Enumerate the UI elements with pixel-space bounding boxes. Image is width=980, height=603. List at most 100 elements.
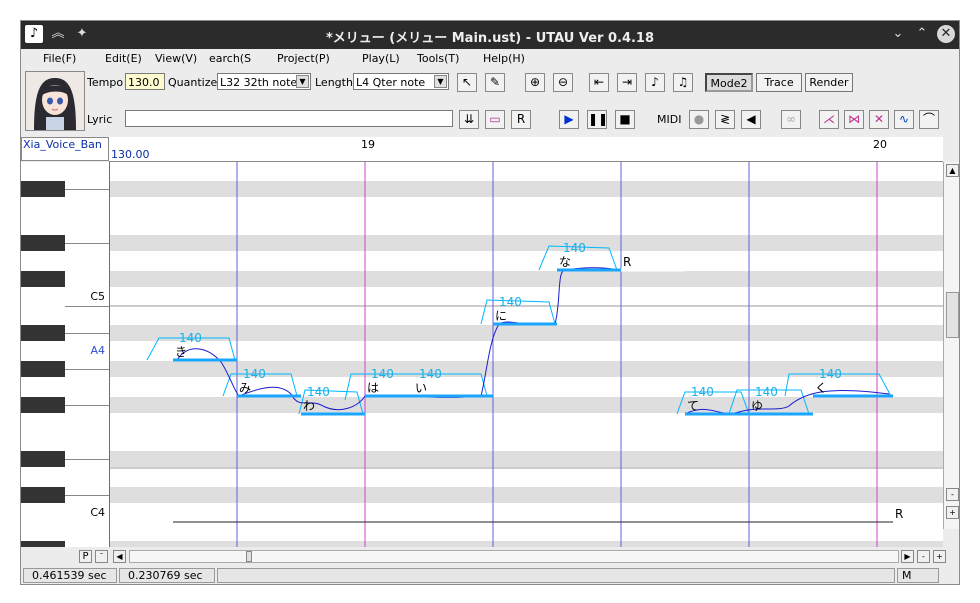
- status-mode: M: [897, 568, 939, 583]
- link-icon[interactable]: ∞: [781, 110, 801, 129]
- go-end-icon[interactable]: ⇥: [617, 73, 637, 92]
- hzoom-plus-icon[interactable]: +: [933, 550, 946, 563]
- quantize-select[interactable]: L32 32th note ▼: [217, 73, 311, 90]
- note-velocity: 140: [819, 367, 842, 381]
- arrow-select-icon[interactable]: ↖: [457, 73, 477, 92]
- measure-number: 19: [361, 138, 375, 151]
- note-velocity: 140: [755, 385, 778, 399]
- length-value: L4 Qter note: [356, 76, 426, 89]
- note-lyric[interactable]: は: [367, 381, 379, 395]
- menu-project[interactable]: Project(P): [277, 52, 330, 65]
- title-bar: ♪ ︽ ✦ *メリュー (メリュー Main.ust) - UTAU Ver 0…: [21, 21, 959, 49]
- piano-roll-grid[interactable]: き み わ は い に な て ゆ く R R 140 140 140 140 …: [109, 162, 943, 547]
- black-key[interactable]: [21, 487, 65, 503]
- black-key[interactable]: [21, 271, 65, 287]
- pause-icon[interactable]: ❚❚: [587, 110, 608, 129]
- note-lyric[interactable]: み: [239, 381, 251, 395]
- menu-tools[interactable]: Tools(T): [417, 52, 459, 65]
- lyric-input[interactable]: [125, 110, 453, 127]
- chevron-down-icon[interactable]: ▼: [434, 75, 447, 88]
- zoom-out-icon[interactable]: ⊖: [553, 73, 573, 92]
- rest-marker[interactable]: R: [895, 507, 903, 521]
- note-lyric[interactable]: な: [559, 255, 571, 269]
- chevron-down-icon[interactable]: ▼: [296, 75, 309, 88]
- horizontal-scroll-track[interactable]: [129, 550, 899, 563]
- menu-view[interactable]: View(V): [155, 52, 197, 65]
- note-lyric[interactable]: て: [687, 399, 699, 413]
- envelope-c-icon[interactable]: ✕: [869, 110, 889, 129]
- white-key-divider: [65, 243, 109, 244]
- piano-keyboard[interactable]: C5 A4 C4: [21, 162, 110, 547]
- trace-button[interactable]: Trace: [756, 73, 802, 92]
- note-velocity: 140: [563, 241, 586, 255]
- black-key[interactable]: [21, 235, 65, 251]
- mode2-button[interactable]: Mode2: [705, 73, 753, 92]
- speaker-icon[interactable]: ◀: [741, 110, 761, 129]
- vertical-scroll-thumb[interactable]: [946, 292, 959, 338]
- scroll-left-icon[interactable]: ◀: [113, 550, 126, 563]
- black-key[interactable]: [21, 181, 65, 197]
- scroll-up-icon[interactable]: ▲: [946, 164, 959, 177]
- black-key[interactable]: [21, 451, 65, 467]
- menu-help[interactable]: Help(H): [483, 52, 525, 65]
- menu-edit[interactable]: Edit(E): [105, 52, 142, 65]
- white-key-divider: [65, 495, 109, 496]
- zoom-plus-icon[interactable]: +: [946, 506, 959, 519]
- black-key[interactable]: [21, 325, 65, 341]
- p-button[interactable]: P: [79, 550, 92, 563]
- note-lyric[interactable]: に: [495, 309, 507, 323]
- note-velocity: 140: [243, 367, 266, 381]
- menu-bar: File(F) Edit(E) View(V) earch(S Project(…: [21, 49, 959, 69]
- voicebank-avatar[interactable]: [25, 71, 85, 131]
- play-icon[interactable]: ▶: [559, 110, 579, 129]
- note-left-icon[interactable]: ♪: [645, 73, 665, 92]
- midi-loop-icon[interactable]: ≷: [715, 110, 735, 129]
- window-title: *メリュー (メリュー Main.ust) - UTAU Ver 0.4.18: [325, 31, 655, 46]
- tempo-label: Tempo: [87, 76, 124, 89]
- note-lyric[interactable]: わ: [303, 399, 315, 413]
- zoom-in-icon[interactable]: ⊕: [525, 73, 545, 92]
- note-velocity: 140: [371, 367, 394, 381]
- menu-search[interactable]: earch(S: [209, 52, 251, 65]
- pencil-icon[interactable]: ✎: [485, 73, 505, 92]
- note-lyric[interactable]: い: [415, 381, 427, 395]
- scroll-right-icon[interactable]: ▶: [901, 550, 914, 563]
- note-lyric[interactable]: き: [175, 345, 187, 359]
- menu-play[interactable]: Play(L): [362, 52, 400, 65]
- white-key-divider: [65, 369, 109, 370]
- white-key-divider: [65, 333, 109, 334]
- pitch-curve-icon[interactable]: ∿: [894, 110, 914, 129]
- envelope-b-icon[interactable]: ⋈: [844, 110, 864, 129]
- render-button[interactable]: Render: [805, 73, 853, 92]
- black-key[interactable]: [21, 361, 65, 377]
- note-lyric[interactable]: ゆ: [751, 399, 763, 413]
- maximize-icon[interactable]: ⌃: [913, 25, 931, 43]
- hscroll-minus-icon[interactable]: ˉ: [95, 550, 108, 563]
- insert-note-icon[interactable]: ⇊: [459, 110, 479, 129]
- tempo-input[interactable]: 130.0: [125, 73, 165, 90]
- insert-rest-icon[interactable]: ▭: [485, 110, 505, 129]
- reset-envelope-icon[interactable]: ⌒: [919, 110, 939, 129]
- note-right-icon[interactable]: ♫: [673, 73, 693, 92]
- rest-marker[interactable]: R: [623, 255, 631, 269]
- black-key[interactable]: [21, 397, 65, 413]
- menu-file[interactable]: File(F): [43, 52, 76, 65]
- hzoom-minus-icon[interactable]: -: [917, 550, 930, 563]
- go-start-icon[interactable]: ⇤: [589, 73, 609, 92]
- key-label-c4: C4: [90, 506, 105, 519]
- vertical-scrollbar[interactable]: ▲ - +: [943, 162, 959, 529]
- minimize-icon[interactable]: ⌄: [889, 25, 907, 43]
- white-key-divider: [65, 189, 109, 190]
- midi-record-icon[interactable]: ●: [689, 110, 709, 129]
- length-select[interactable]: L4 Qter note ▼: [353, 73, 449, 90]
- note-lyric[interactable]: く: [815, 381, 827, 395]
- timeline-ruler[interactable]: 130.00 19 20: [109, 137, 943, 162]
- track-name[interactable]: Xia_Voice_Ban: [21, 137, 109, 161]
- envelope-a-icon[interactable]: ⋌: [819, 110, 839, 129]
- zoom-minus-icon[interactable]: -: [946, 488, 959, 501]
- stop-icon[interactable]: ■: [615, 110, 635, 129]
- insert-r-icon[interactable]: R: [511, 110, 531, 129]
- horizontal-scroll-thumb[interactable]: [246, 551, 252, 562]
- white-key-divider: [65, 459, 109, 460]
- close-icon[interactable]: ✕: [937, 25, 955, 43]
